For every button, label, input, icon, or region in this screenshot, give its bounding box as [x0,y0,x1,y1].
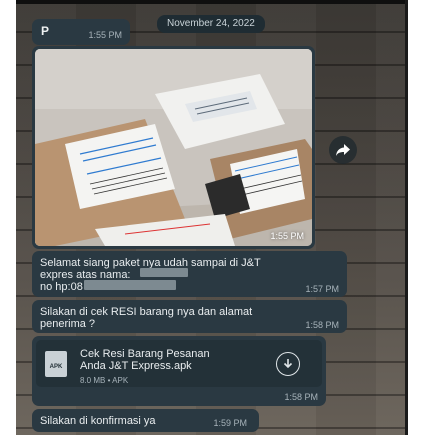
message-time: 1:58 PM [284,392,318,402]
message-time: 1:59 PM [213,418,247,428]
message-time: 1:57 PM [305,284,339,294]
message-time: 1:55 PM [88,30,122,40]
text-message[interactable]: Silakan di cek RESI barang nya dan alama… [32,300,347,333]
file-attachment[interactable]: APK Cek Resi Barang Pesanan Anda J&T Exp… [36,340,322,387]
file-type-badge: APK [49,364,63,370]
parcel-photo-image [35,49,312,246]
text-message[interactable]: Silakan di konfirmasi ya 1:59 PM [32,409,259,432]
message-body: Silakan di konfirmasi ya [40,415,156,427]
text-message[interactable]: Selamat siang paket nya udah sampai di J… [32,251,347,297]
apk-file-icon: APK [45,351,67,377]
sender-initial: P [41,24,50,38]
share-arrow-icon[interactable] [329,136,357,164]
message-body: Silakan di cek RESI barang nya dan alama… [40,306,252,330]
message-line: penerima ? [40,318,96,330]
image-message[interactable]: 1:55 PM [32,46,315,249]
share-arrow-glyph [336,144,350,156]
download-arrow-glyph [283,359,293,369]
message-line: Silakan di cek RESI barang nya dan alama… [40,306,253,318]
redaction-block [140,268,188,277]
file-name-line: Cek Resi Barang Pesanan [80,348,210,360]
file-name-line: Anda J&T Express.apk [80,360,192,372]
parcel-photo[interactable]: 1:55 PM [35,49,312,246]
redaction-block [84,280,176,290]
top-border [16,0,407,4]
file-message[interactable]: APK Cek Resi Barang Pesanan Anda J&T Exp… [32,336,326,406]
right-border [405,0,408,435]
file-name: Cek Resi Barang Pesanan Anda J&T Express… [80,348,260,372]
download-icon[interactable] [276,352,300,376]
message-sender-header[interactable]: P 1:55 PM [32,19,130,45]
message-time: 1:55 PM [270,231,304,241]
date-separator: November 24, 2022 [157,15,265,33]
chat-window: November 24, 2022 P 1:55 PM 1:55 PM Sela… [16,0,407,435]
file-meta: 8.0 MB • APK [80,376,129,385]
message-time: 1:58 PM [305,320,339,330]
